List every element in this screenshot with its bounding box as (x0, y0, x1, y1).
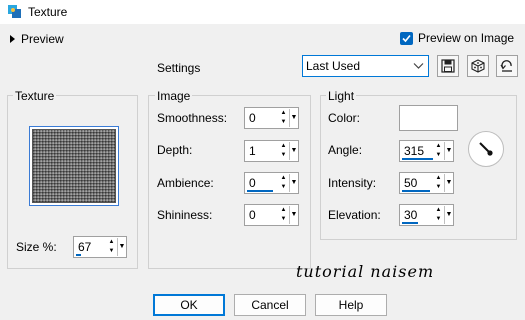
angle-stepper[interactable]: 315 ▲ ▼ ▼ (399, 140, 454, 162)
dial-needle-icon (479, 142, 493, 156)
ambience-stepper[interactable]: 0 ▲ ▼ ▼ (244, 172, 299, 194)
size-slider-indicator (76, 254, 81, 256)
dice-icon (471, 59, 485, 73)
dropdown-arrow-icon[interactable]: ▼ (289, 142, 298, 160)
spin-arrows-icon[interactable]: ▲ ▼ (434, 206, 443, 224)
depth-value: 1 (249, 144, 256, 158)
preset-value: Last Used (306, 59, 361, 73)
smoothness-value: 0 (249, 111, 256, 125)
texture-pattern (32, 129, 116, 203)
spin-arrows-icon[interactable]: ▲ ▼ (279, 174, 288, 192)
ok-button[interactable]: OK (153, 294, 225, 316)
elevation-stepper[interactable]: 30 ▲ ▼ ▼ (399, 204, 454, 226)
dropdown-arrow-icon[interactable]: ▼ (289, 206, 298, 224)
watermark: tutorial naisem (296, 262, 435, 281)
ambience-label: Ambience: (157, 176, 214, 190)
app-icon (8, 5, 21, 18)
smoothness-stepper[interactable]: 0 ▲ ▼ ▼ (244, 107, 299, 129)
size-value: 67 (78, 240, 92, 254)
ambience-value: 0 (249, 176, 256, 190)
dropdown-arrow-icon[interactable]: ▼ (289, 109, 298, 127)
color-label: Color: (328, 111, 361, 125)
shininess-stepper[interactable]: 0 ▲ ▼ ▼ (244, 204, 299, 226)
dropdown-arrow-icon[interactable]: ▼ (444, 174, 453, 192)
preset-dropdown[interactable]: Last Used (302, 55, 429, 77)
preview-toggle[interactable]: Preview (10, 32, 64, 46)
size-stepper[interactable]: 67 ▲ ▼ ▼ (73, 236, 127, 258)
preview-on-image-label: Preview on Image (418, 31, 515, 45)
reset-icon (500, 60, 512, 72)
dropdown-arrow-icon[interactable]: ▼ (117, 238, 126, 256)
spin-arrows-icon[interactable]: ▲ ▼ (107, 238, 116, 256)
elevation-value: 30 (404, 208, 418, 222)
expand-arrow-icon (10, 35, 15, 43)
texture-swatch[interactable] (29, 126, 119, 206)
spin-arrows-icon[interactable]: ▲ ▼ (434, 142, 443, 160)
ambience-slider-indicator (247, 190, 273, 192)
reset-button[interactable] (496, 55, 518, 77)
randomize-button[interactable] (467, 55, 489, 77)
angle-dial[interactable] (468, 131, 504, 167)
settings-label: Settings (157, 61, 201, 75)
shininess-value: 0 (249, 208, 256, 222)
dropdown-arrow-icon[interactable]: ▼ (444, 206, 453, 224)
image-group-title: Image (155, 89, 193, 103)
spin-arrows-icon[interactable]: ▲ ▼ (279, 206, 288, 224)
texture-group-title: Texture (13, 89, 57, 103)
spin-arrows-icon[interactable]: ▲ ▼ (279, 109, 288, 127)
shininess-label: Shininess: (157, 208, 213, 222)
elevation-label: Elevation: (328, 208, 381, 222)
depth-stepper[interactable]: 1 ▲ ▼ ▼ (244, 140, 299, 162)
angle-slider-indicator (402, 158, 433, 160)
light-color-swatch[interactable] (399, 105, 458, 131)
dropdown-arrow-icon[interactable]: ▼ (444, 142, 453, 160)
elevation-slider-indicator (402, 222, 418, 224)
dropdown-arrow-icon[interactable]: ▼ (289, 174, 298, 192)
intensity-label: Intensity: (328, 176, 377, 190)
window-title: Texture (28, 5, 68, 19)
spin-arrows-icon[interactable]: ▲ ▼ (434, 174, 443, 192)
intensity-stepper[interactable]: 50 ▲ ▼ ▼ (399, 172, 454, 194)
preview-label: Preview (21, 32, 64, 46)
light-group-title: Light (326, 89, 357, 103)
depth-label: Depth: (157, 143, 193, 157)
intensity-slider-indicator (402, 190, 430, 192)
chevron-down-icon (413, 63, 424, 69)
intensity-value: 50 (404, 176, 418, 190)
smoothness-label: Smoothness: (157, 111, 228, 125)
checkbox-checked-icon (400, 31, 413, 45)
preview-on-image-checkbox[interactable]: Preview on Image (400, 31, 514, 45)
save-preset-button[interactable] (437, 55, 459, 77)
save-icon (441, 59, 455, 73)
spin-arrows-icon[interactable]: ▲ ▼ (279, 142, 288, 160)
title-bar (0, 0, 525, 24)
cancel-button[interactable]: Cancel (234, 294, 306, 316)
angle-label: Angle: (328, 143, 363, 157)
help-button[interactable]: Help (315, 294, 387, 316)
size-label: Size %: (16, 240, 57, 254)
angle-value: 315 (404, 144, 425, 158)
